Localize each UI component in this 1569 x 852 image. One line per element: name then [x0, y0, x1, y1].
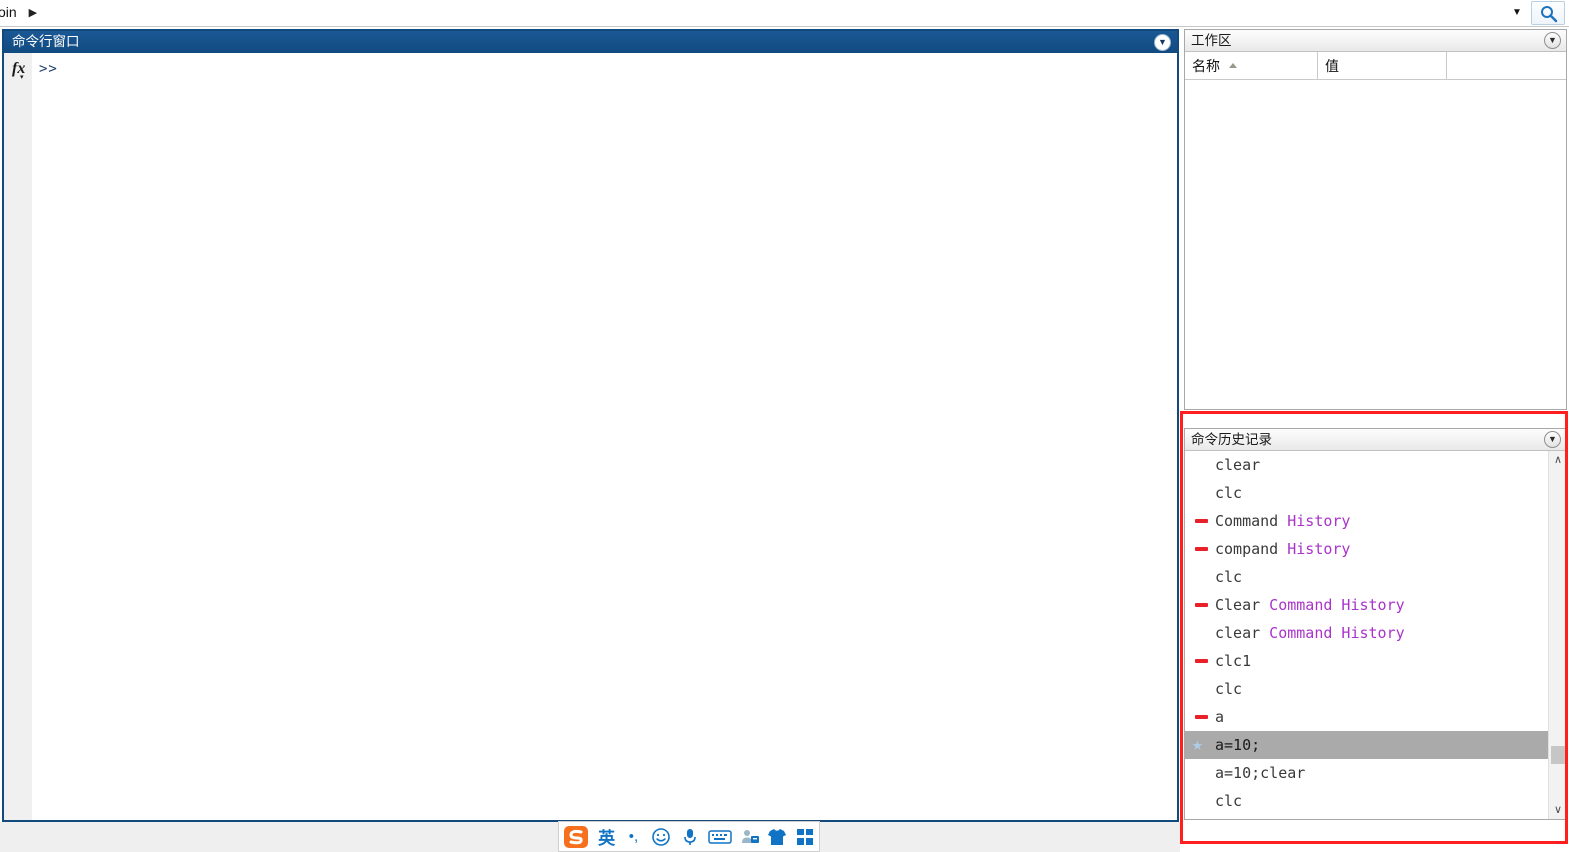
chevron-down-icon: ▼ — [1548, 434, 1557, 444]
error-marker-icon — [1195, 519, 1208, 523]
command-history-item-argument: Command History — [1260, 596, 1405, 614]
command-window-gutter — [4, 53, 33, 820]
emoji-smiley-icon — [652, 827, 670, 846]
command-history-item-command: clc1 — [1215, 652, 1252, 670]
command-history-item-command: a=10; — [1215, 736, 1261, 754]
ime-mode-button[interactable]: 英 — [593, 822, 621, 851]
workspace-column-value-label: 值 — [1325, 58, 1339, 74]
chevron-down-icon[interactable]: ▼ — [1507, 3, 1527, 23]
command-history-item-command: Command — [1215, 512, 1279, 530]
command-history-item[interactable]: clear Command History — [1185, 619, 1548, 647]
command-history-item-argument: History — [1278, 540, 1351, 558]
command-history-item-command: Clear — [1215, 596, 1261, 614]
command-window-body[interactable]: fx ▾ >> — [4, 53, 1177, 820]
microphone-icon[interactable] — [676, 822, 704, 851]
command-window-panel-menu-button[interactable]: ▼ — [1154, 34, 1171, 51]
keyboard-icon[interactable] — [704, 822, 736, 851]
breadcrumb[interactable]: oin ▶ — [0, 4, 37, 20]
error-marker-icon — [1195, 715, 1208, 719]
command-history-item-argument: Command History — [1260, 624, 1405, 642]
breadcrumb-path-text: oin — [0, 4, 17, 20]
workspace-table-header: 名称 值 — [1185, 52, 1566, 80]
command-history-list[interactable]: clear clc Command History compand History cl… — [1185, 451, 1548, 819]
workspace-title-label: 工作区 — [1191, 33, 1232, 48]
error-marker-icon — [1195, 547, 1208, 551]
command-history-item[interactable]: clc — [1185, 479, 1548, 507]
microphone-glyph-icon — [684, 828, 696, 845]
command-history-item-command: a=10;clear — [1215, 764, 1306, 782]
command-history-panel[interactable]: 命令历史记录 ▼ clear clc Command History compand … — [1184, 428, 1567, 820]
command-history-item[interactable]: Clear Command History — [1185, 591, 1548, 619]
command-history-panel-menu-button[interactable]: ▼ — [1544, 431, 1561, 448]
fx-icon[interactable]: fx ▾ — [12, 60, 25, 81]
scrollbar-thumb[interactable] — [1551, 746, 1565, 764]
workspace-title-bar: 工作区 ▼ — [1185, 30, 1566, 52]
workspace-table-body[interactable] — [1185, 81, 1566, 409]
fx-caret-icon: ▾ — [20, 73, 24, 81]
command-history-item-command: compand — [1215, 540, 1279, 558]
ime-punctuation-button[interactable]: •, — [621, 822, 647, 851]
command-history-title-label: 命令历史记录 — [1191, 432, 1272, 447]
shirt-icon[interactable] — [763, 822, 791, 851]
scroll-up-icon[interactable]: ∧ — [1549, 451, 1567, 469]
user-icon[interactable] — [736, 822, 764, 851]
chevron-down-icon: ▼ — [1158, 37, 1167, 47]
keyboard-glyph-icon — [707, 829, 732, 844]
command-history-item[interactable]: a=10;clear — [1185, 759, 1548, 787]
command-history-item-command: clc — [1215, 792, 1243, 810]
command-history-item[interactable]: clc — [1185, 787, 1548, 815]
workspace-column-value[interactable]: 值 — [1318, 52, 1447, 80]
command-history-item[interactable]: ★ a=10; — [1185, 731, 1548, 759]
command-history-title-bar: 命令历史记录 ▼ — [1185, 429, 1566, 451]
workspace-column-name[interactable]: 名称 — [1185, 52, 1318, 80]
command-history-item[interactable]: a — [1185, 703, 1548, 731]
command-history-item[interactable]: clc — [1185, 675, 1548, 703]
command-history-item[interactable]: compand History — [1185, 535, 1548, 563]
command-history-item-command: clc — [1215, 484, 1243, 502]
error-marker-icon — [1195, 603, 1208, 607]
apps-grid-glyph-icon — [797, 828, 814, 845]
workspace-column-blank[interactable] — [1447, 52, 1566, 80]
command-history-scrollbar[interactable]: ∧ ∨ — [1548, 451, 1566, 819]
command-history-item-command: clc — [1215, 680, 1243, 698]
command-history-item-command: clc — [1215, 568, 1243, 586]
skin-shirt-icon — [768, 828, 787, 845]
workspace-panel[interactable]: 工作区 ▼ 名称 值 — [1184, 29, 1567, 410]
chevron-down-icon: ▼ — [1548, 35, 1557, 45]
command-history-item[interactable]: clear — [1185, 451, 1548, 479]
scroll-down-icon[interactable]: ∨ — [1549, 801, 1567, 819]
sort-ascending-icon — [1228, 63, 1237, 68]
workspace-panel-menu-button[interactable]: ▼ — [1544, 32, 1561, 49]
sogou-s-icon — [563, 825, 588, 848]
command-history-item-command: clear — [1215, 456, 1261, 474]
command-window-title-label: 命令行窗口 — [12, 34, 80, 49]
command-window-panel[interactable]: 命令行窗口 ▼ fx ▾ >> — [2, 29, 1179, 822]
apps-grid-icon[interactable] — [791, 822, 819, 851]
command-history-item[interactable]: clc1 — [1185, 647, 1548, 675]
search-icon — [1541, 6, 1558, 23]
emoji-icon[interactable] — [646, 822, 676, 851]
command-history-item[interactable]: clc — [1185, 563, 1548, 591]
command-prompt[interactable]: >> — [39, 61, 58, 77]
workspace-column-name-label: 名称 — [1192, 58, 1220, 74]
command-history-item-command: a — [1215, 708, 1225, 726]
command-history-item-command: clear — [1215, 624, 1261, 642]
command-window-title-bar: 命令行窗口 ▼ — [4, 31, 1177, 53]
sogou-logo-icon[interactable] — [559, 822, 593, 851]
ime-toolbar[interactable]: 英 •, — [558, 821, 820, 852]
error-marker-icon — [1195, 659, 1208, 663]
command-history-item[interactable]: Command History — [1185, 507, 1548, 535]
search-button[interactable] — [1531, 1, 1565, 25]
favorite-star-icon[interactable]: ★ — [1192, 736, 1203, 754]
breadcrumb-arrow-icon[interactable]: ▶ — [29, 6, 37, 19]
user-account-icon — [741, 829, 759, 843]
top-toolbar: oin ▶ ▼ — [0, 0, 1569, 27]
command-history-item-argument: History — [1278, 512, 1351, 530]
